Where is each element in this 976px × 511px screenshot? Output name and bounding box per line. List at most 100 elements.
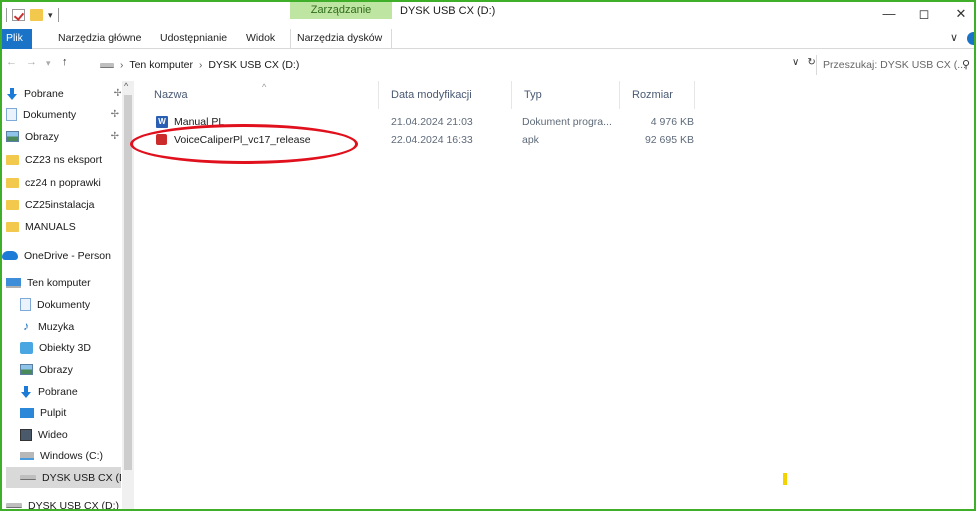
sidebar-item-label: OneDrive - Person: [24, 249, 111, 262]
folder-icon: [6, 177, 19, 188]
sidebar-item-label: DYSK USB CX (D:: [42, 471, 121, 484]
usb-drive-icon: [6, 503, 22, 508]
back-icon[interactable]: ←: [6, 56, 17, 68]
breadcrumb-separator[interactable]: ›: [199, 60, 202, 71]
pictures-icon: [20, 364, 33, 375]
file-size: 92 695 KB: [644, 134, 694, 146]
scroll-up-icon[interactable]: ^: [124, 81, 128, 91]
sidebar-item-label: Ten komputer: [27, 276, 91, 289]
maximize-button[interactable]: ◻: [909, 5, 939, 25]
sidebar-item-downloads[interactable]: Pobrane ✢: [6, 83, 121, 104]
sidebar-item-onedrive[interactable]: OneDrive - Person: [2, 245, 121, 266]
breadcrumb-this-pc[interactable]: Ten komputer: [129, 59, 193, 71]
new-folder-icon[interactable]: [30, 9, 43, 21]
sidebar-item-folder[interactable]: CZ23 ns eksport: [6, 149, 121, 170]
documents-icon: [20, 298, 31, 311]
address-controls: ∨ ↻: [792, 57, 816, 68]
column-header-type[interactable]: Typ: [512, 81, 620, 109]
tab-home[interactable]: Narzędzia główne: [52, 29, 147, 49]
navigation-pane: Pobrane ✢ Dokumenty ✢ Obrazy ✢ CZ23 ns e…: [2, 81, 136, 509]
sidebar-item-downloads[interactable]: Pobrane: [20, 381, 121, 402]
breadcrumb-drive[interactable]: DYSK USB CX (D:): [208, 59, 299, 71]
sidebar-item-label: Wideo: [38, 428, 68, 441]
drive-icon: [100, 62, 114, 68]
folder-icon: [6, 221, 19, 232]
search-placeholder: Przeszukaj: DYSK USB CX (...: [823, 59, 966, 71]
breadcrumb-separator[interactable]: ›: [120, 60, 123, 71]
sidebar-item-folder[interactable]: MANUALS: [6, 216, 121, 237]
sidebar-item-desktop[interactable]: Pulpit: [20, 402, 121, 423]
word-document-icon: W: [156, 116, 168, 128]
search-icon[interactable]: ⚲: [962, 55, 970, 75]
divider: [6, 8, 7, 22]
file-modified: 22.04.2024 16:33: [391, 134, 473, 146]
tab-view[interactable]: Widok: [240, 29, 281, 49]
sidebar-item-documents[interactable]: Dokumenty ✢: [6, 104, 121, 125]
context-tab-manage[interactable]: Zarządzanie: [290, 2, 392, 19]
column-header-name[interactable]: ^ Nazwa: [142, 81, 379, 109]
recent-locations-icon[interactable]: ▾: [46, 58, 51, 69]
sidebar-item-label: CZ25instalacja: [25, 198, 95, 211]
download-icon: [6, 87, 18, 100]
sidebar-item-documents[interactable]: Dokumenty: [20, 294, 121, 315]
folder-icon: [6, 154, 19, 165]
sidebar-item-label: Windows (C:): [40, 449, 104, 462]
refresh-icon[interactable]: ↻: [807, 57, 815, 68]
sidebar-item-label: CZ23 ns eksport: [25, 153, 103, 166]
scrollbar-thumb[interactable]: [124, 95, 132, 470]
column-label: Typ: [524, 89, 542, 101]
sidebar-item-label: MANUALS: [25, 220, 76, 233]
pictures-icon: [6, 131, 19, 142]
address-breadcrumb[interactable]: › Ten komputer › DYSK USB CX (D:): [100, 55, 786, 75]
column-header-modified[interactable]: Data modyfikacji: [379, 81, 512, 109]
sidebar-item-3d-objects[interactable]: Obiekty 3D: [20, 337, 121, 358]
sidebar-item-label: Dokumenty: [37, 298, 91, 311]
expand-ribbon-icon[interactable]: ∨: [950, 31, 958, 44]
sidebar-item-pictures[interactable]: Obrazy: [20, 359, 121, 380]
properties-icon[interactable]: [12, 9, 25, 21]
sidebar-item-pictures[interactable]: Obrazy ✢: [6, 126, 121, 147]
sidebar-item-label: Muzyka: [38, 320, 75, 333]
documents-icon: [6, 108, 17, 121]
highlight-ellipse: [130, 124, 358, 164]
sidebar-item-label: cz24 n poprawki: [25, 176, 101, 189]
column-label: Rozmiar: [632, 89, 673, 101]
close-button[interactable]: ✕: [946, 5, 974, 25]
sidebar-item-windows-drive[interactable]: Windows (C:): [20, 445, 121, 466]
pin-icon: ✢: [114, 88, 121, 99]
address-bar-row: ← → ▾ ↑ › Ten komputer › DYSK USB CX (D:…: [2, 54, 974, 77]
sidebar-item-usb-drive[interactable]: DYSK USB CX (D:: [6, 467, 121, 488]
history-dropdown-icon[interactable]: ∨: [792, 57, 799, 68]
sidebar-item-music[interactable]: ♪ Muzyka: [20, 316, 121, 337]
forward-icon[interactable]: →: [26, 56, 37, 68]
sidebar-item-label: Pobrane: [38, 385, 78, 398]
cursor-marker: [783, 473, 787, 485]
column-label: Data modyfikacji: [391, 89, 472, 101]
chevron-down-icon[interactable]: ▾: [48, 10, 53, 21]
search-box[interactable]: Przeszukaj: DYSK USB CX (... ⚲: [816, 55, 974, 75]
pin-icon: ✢: [110, 109, 119, 120]
tab-file[interactable]: Plik: [2, 29, 32, 49]
explorer-window: ▾ Zarządzanie DYSK USB CX (D:) — ◻ ✕ Pli…: [0, 0, 976, 511]
window-title: DYSK USB CX (D:): [400, 5, 496, 17]
tab-share[interactable]: Udostępnianie: [154, 29, 233, 49]
sidebar-item-usb-drive-bottom[interactable]: DYSK USB CX (D:) ∨: [6, 495, 136, 509]
minimize-button[interactable]: —: [874, 5, 904, 25]
help-icon[interactable]: [967, 32, 974, 45]
quick-access-toolbar: ▾: [6, 8, 59, 22]
tab-drive-tools[interactable]: Narzędzia dysków: [290, 29, 392, 49]
sidebar-item-folder[interactable]: CZ25instalacja: [6, 194, 121, 215]
download-icon: [20, 385, 32, 398]
up-icon[interactable]: ↑: [62, 56, 68, 68]
file-type: apk: [522, 134, 539, 146]
sidebar-item-label: Pulpit: [40, 406, 67, 419]
sort-caret-icon: ^: [262, 82, 267, 92]
objects3d-icon: [20, 341, 33, 354]
sidebar-item-folder[interactable]: cz24 n poprawki: [6, 172, 121, 193]
windows-drive-icon: [20, 451, 34, 460]
title-bar: ▾ Zarządzanie DYSK USB CX (D:) — ◻ ✕: [2, 2, 974, 29]
ribbon-tabs: Plik Narzędzia główne Udostępnianie Wido…: [2, 29, 974, 49]
sidebar-item-videos[interactable]: Wideo: [20, 424, 121, 445]
column-header-size[interactable]: Rozmiar: [620, 81, 695, 109]
sidebar-item-this-pc[interactable]: Ten komputer: [6, 272, 121, 293]
